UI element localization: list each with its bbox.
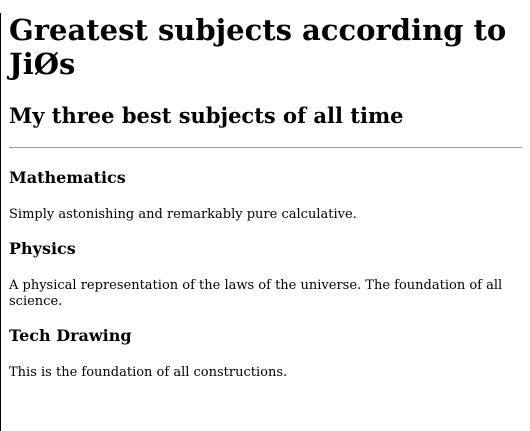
subject-description: This is the foundation of all constructi… [9,365,288,380]
subject-description: Simply astonishing and remarkably pure c… [9,207,357,222]
subject-heading: Tech Drawing [9,326,132,345]
page-content: Greatest subjects according to JiØs My t… [0,13,530,381]
subject-section-tech-drawing: Tech Drawing This is the foundation of a… [9,326,522,381]
window-left-border [0,13,1,431]
section-divider [9,147,522,148]
subject-heading: Mathematics [9,168,126,187]
page-title: Greatest subjects according to JiØs [9,13,507,81]
subject-description: A physical representation of the laws of… [9,278,503,309]
subject-heading: Physics [9,239,76,258]
page-subtitle: My three best subjects of all time [9,103,404,128]
subject-section-physics: Physics A physical representation of the… [9,239,522,310]
subject-section-mathematics: Mathematics Simply astonishing and remar… [9,168,522,223]
